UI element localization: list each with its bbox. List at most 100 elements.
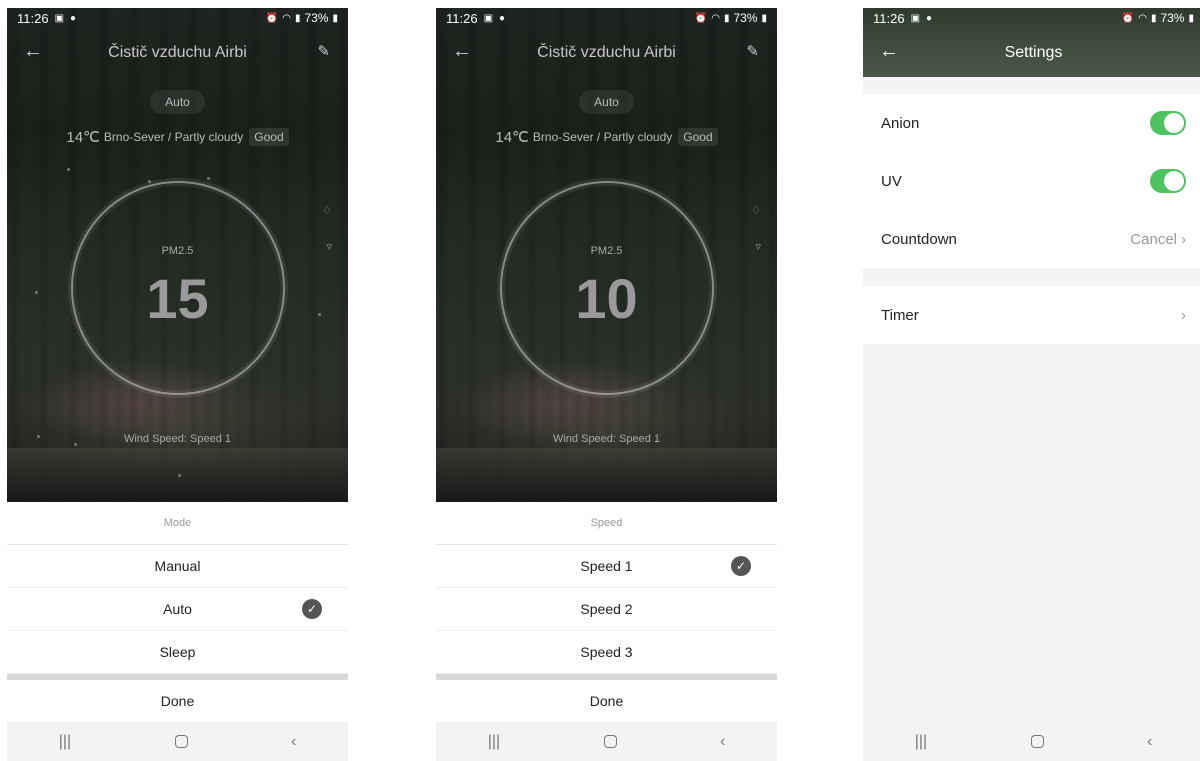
bulb-icon[interactable]: ♢ [322, 204, 332, 217]
weather-line: 14℃ Brno-Sever / Partly cloudy Good [436, 128, 777, 146]
row-countdown[interactable]: Countdown Cancel › [863, 210, 1200, 268]
alarm-icon: ⏰ [694, 12, 708, 24]
option-sleep[interactable]: Sleep [7, 631, 348, 674]
home-icon[interactable] [603, 735, 617, 748]
system-nav-bar: ||| ‹ [436, 722, 777, 761]
device-title: Čistič vzduchu Airbi [537, 44, 676, 61]
recent-apps-icon[interactable]: ||| [488, 733, 500, 751]
status-time: 11:26 [17, 10, 49, 26]
row-anion: Anion [863, 94, 1200, 152]
row-timer[interactable]: Timer › [863, 286, 1200, 344]
gallery-icon: ▣ [54, 12, 65, 24]
status-bar: 11:26 ▣ ● ⏰ ◠ ▮ 73% ▮ [436, 8, 777, 28]
countdown-label: Countdown [881, 230, 957, 248]
wifi-icon: ◠ [282, 12, 291, 24]
gallery-icon: ▣ [910, 12, 921, 24]
weather-line: 14℃ Brno-Sever / Partly cloudy Good [7, 128, 348, 146]
timer-label: Timer [881, 306, 919, 324]
location: Brno-Sever / Partly cloudy [532, 130, 673, 144]
battery-icon: ▮ [332, 12, 338, 24]
recent-apps-icon[interactable]: ||| [59, 733, 71, 751]
option-speed-1[interactable]: Speed 1 ✓ [436, 545, 777, 588]
battery-icon: ▮ [1188, 12, 1194, 24]
status-time: 11:26 [446, 10, 478, 26]
phone-settings-screen: 11:26 ▣ ● ⏰ ◠ ▮ 73% ▮ ← Settings Anion U… [863, 8, 1200, 761]
chevron-right-icon: › [1181, 306, 1186, 324]
alarm-icon: ⏰ [265, 12, 279, 24]
option-speed-3[interactable]: Speed 3 [436, 631, 777, 674]
bulb-icon[interactable]: ♢ [751, 204, 761, 217]
temperature: 14℃ [495, 129, 529, 146]
edit-pencil-icon[interactable]: ✎ [746, 42, 759, 60]
chat-icon: ● [499, 12, 506, 24]
location: Brno-Sever / Partly cloudy [103, 130, 244, 144]
recent-apps-icon[interactable]: ||| [915, 733, 927, 751]
phone-mode-screen: 11:26 ▣ ● ⏰ ◠ ▮ 73% ▮ ← Čistič vzduchu A… [7, 8, 348, 761]
checkmark-icon: ✓ [731, 556, 751, 576]
status-bar: 11:26 ▣ ● ⏰ ◠ ▮ 73% ▮ [7, 8, 348, 28]
pm-label: PM2.5 [161, 245, 194, 257]
home-icon[interactable] [1030, 735, 1044, 748]
settings-group-timer: Timer › [863, 286, 1200, 344]
speed-sheet: Speed Speed 1 ✓ Speed 2 Speed 3 Done [436, 502, 777, 722]
pm-value: 15 [146, 267, 209, 330]
phone-speed-screen: 11:26 ▣ ● ⏰ ◠ ▮ 73% ▮ ← Čistič vzduchu A… [436, 8, 777, 761]
settings-header: 11:26 ▣ ● ⏰ ◠ ▮ 73% ▮ ← Settings [863, 8, 1200, 77]
back-nav-icon[interactable]: ‹ [1147, 733, 1152, 751]
sheet-title: Mode [7, 502, 348, 545]
pm-value: 10 [575, 267, 638, 330]
wifi-icon: ◠ [1138, 12, 1147, 24]
edit-pencil-icon[interactable]: ✎ [317, 42, 330, 60]
air-quality-badge: Good [249, 128, 289, 146]
sheet-title: Speed [436, 502, 777, 545]
status-time: 11:26 [873, 10, 905, 26]
device-title: Čistič vzduchu Airbi [108, 44, 247, 61]
uv-toggle[interactable] [1150, 169, 1186, 193]
battery-level: 73% [733, 11, 758, 25]
settings-group-main: Anion UV Countdown Cancel › [863, 94, 1200, 268]
wind-speed-label: Wind Speed: Speed 1 [123, 433, 232, 445]
system-nav-bar: ||| ‹ [7, 722, 348, 761]
back-nav-icon[interactable]: ‹ [291, 733, 296, 751]
particle-dot [148, 180, 151, 183]
signal-icon: ▮ [723, 12, 730, 24]
done-button[interactable]: Done [436, 680, 777, 722]
chevron-right-icon: › [1181, 230, 1186, 248]
signal-icon: ▮ [294, 12, 301, 24]
row-uv: UV [863, 152, 1200, 210]
temperature: 14℃ [66, 129, 100, 146]
option-speed-2[interactable]: Speed 2 [436, 588, 777, 631]
chat-icon: ● [70, 12, 77, 24]
chat-icon: ● [926, 12, 933, 24]
particle-dot [67, 168, 70, 171]
status-bar: 11:26 ▣ ● ⏰ ◠ ▮ 73% ▮ [863, 8, 1200, 28]
wind-speed-label: Wind Speed: Speed 1 [552, 433, 661, 445]
alarm-icon: ⏰ [1121, 12, 1135, 24]
option-auto[interactable]: Auto ✓ [7, 588, 348, 631]
checkmark-icon: ✓ [302, 599, 322, 619]
back-arrow-icon[interactable]: ← [879, 40, 899, 63]
air-quality-badge: Good [678, 128, 718, 146]
done-button[interactable]: Done [7, 680, 348, 722]
particle-dot [207, 177, 210, 180]
battery-level: 73% [304, 11, 329, 25]
particle-dot [178, 474, 181, 477]
option-manual[interactable]: Manual [7, 545, 348, 588]
mode-pill[interactable]: Auto [150, 90, 205, 114]
battery-icon: ▮ [761, 12, 767, 24]
gallery-icon: ▣ [483, 12, 494, 24]
back-arrow-icon[interactable]: ← [452, 40, 472, 63]
back-nav-icon[interactable]: ‹ [720, 733, 725, 751]
uv-label: UV [881, 172, 902, 190]
battery-level: 73% [1160, 11, 1185, 25]
mode-pill[interactable]: Auto [579, 90, 634, 114]
anion-toggle[interactable] [1150, 111, 1186, 135]
back-arrow-icon[interactable]: ← [23, 40, 43, 63]
countdown-value: Cancel [1130, 230, 1177, 248]
anion-label: Anion [881, 114, 920, 132]
home-icon[interactable] [174, 735, 188, 748]
mode-sheet: Mode Manual Auto ✓ Sleep Done [7, 502, 348, 722]
signal-icon: ▮ [1150, 12, 1157, 24]
pm-label: PM2.5 [590, 245, 623, 257]
wifi-icon: ◠ [711, 12, 720, 24]
